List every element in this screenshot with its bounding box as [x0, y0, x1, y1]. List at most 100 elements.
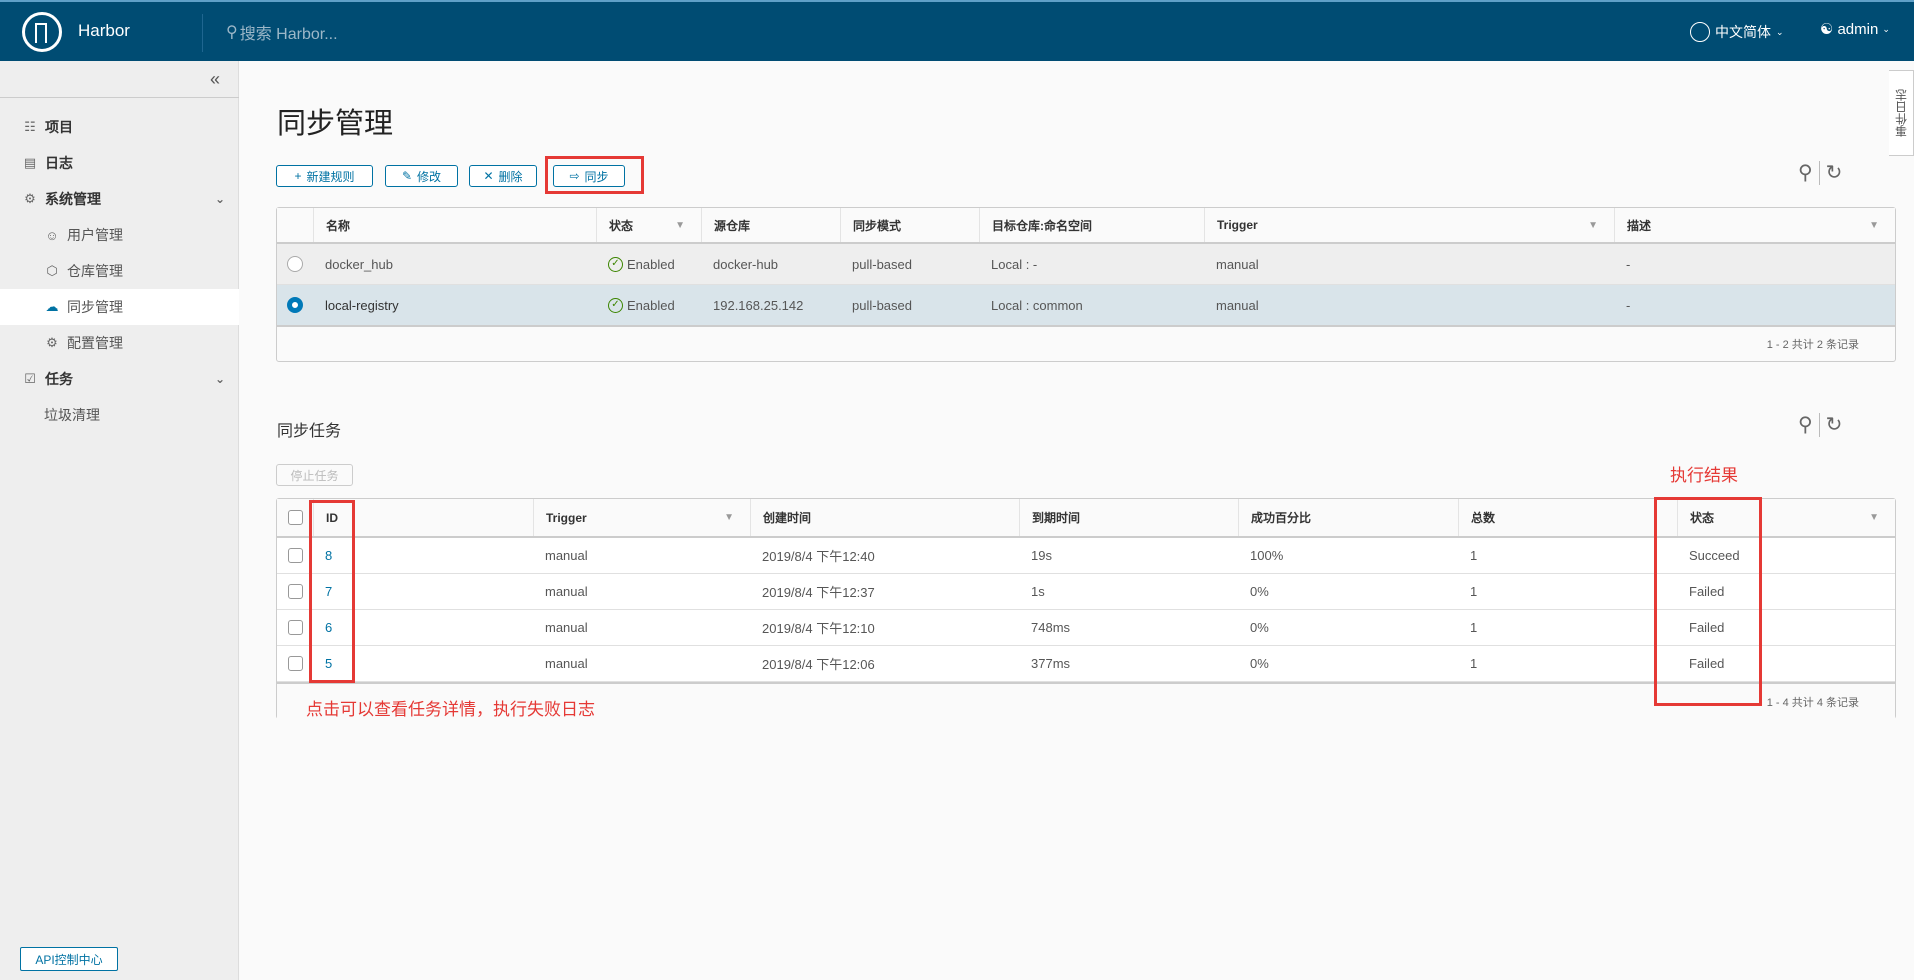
column-success[interactable]: 成功百分比: [1238, 499, 1458, 536]
top-header: Harbor ⚲ 搜索 Harbor... 中文简体 ⌄ ☯ admin ⌄: [0, 0, 1914, 61]
sidebar-item-label: 项目: [45, 119, 73, 135]
sidebar-item-config[interactable]: ⚙ 配置管理: [0, 325, 239, 361]
job-total: 1: [1470, 656, 1478, 671]
job-created-cell: 2019/8/4 下午12:37: [750, 574, 1019, 609]
new-rule-button[interactable]: + 新建规则: [276, 165, 373, 187]
rule-destination: Local : common: [991, 297, 1083, 313]
sidebar-item-gc[interactable]: 垃圾清理: [0, 397, 239, 433]
result-annotation: 执行结果: [1670, 466, 1738, 485]
column-description[interactable]: 描述 ▼: [1614, 208, 1895, 242]
global-search[interactable]: ⚲ 搜索 Harbor...: [226, 20, 338, 44]
job-duration-cell: 748ms: [1019, 610, 1238, 645]
brand-name[interactable]: Harbor: [78, 21, 130, 41]
select-column: [277, 208, 313, 242]
job-created: 2019/8/4 下午12:10: [762, 621, 875, 636]
refresh-icon[interactable]: ↻: [1826, 412, 1843, 437]
search-icon[interactable]: ⚲: [1798, 412, 1813, 437]
language-selector[interactable]: 中文简体 ⌄: [1690, 22, 1784, 42]
pagination-info: 1 - 2 共计 2 条记录: [1766, 339, 1859, 351]
job-trigger-cell: manual: [533, 574, 750, 609]
job-duration-cell: 19s: [1019, 538, 1238, 573]
select-cell: [277, 285, 313, 325]
select-all-checkbox[interactable]: [288, 510, 303, 525]
sidebar-item-label: 配置管理: [67, 335, 123, 351]
column-label: Trigger: [546, 510, 587, 525]
job-created-cell: 2019/8/4 下午12:06: [750, 646, 1019, 681]
gear-icon: ⚙: [46, 335, 58, 350]
job-total-cell: 1: [1458, 574, 1677, 609]
job-success-cell: 0%: [1238, 610, 1458, 645]
row-checkbox[interactable]: [288, 548, 303, 563]
sidebar-item-admin[interactable]: ⚙ 系统管理 ⌄: [0, 181, 239, 217]
table-header: ID Trigger ▼ 创建时间 到期时间 成功百分比 总数 状态 ▼: [277, 499, 1895, 538]
column-mode[interactable]: 同步模式: [840, 208, 979, 242]
registry-icon: ⬡: [46, 263, 58, 278]
filter-icon[interactable]: ▼: [1869, 220, 1879, 231]
header-divider: [202, 14, 203, 52]
rule-description: -: [1626, 256, 1631, 272]
job-total: 1: [1470, 584, 1478, 599]
search-input[interactable]: 搜索 Harbor...: [240, 20, 338, 44]
event-log-tab[interactable]: 事件日志: [1889, 70, 1914, 156]
column-trigger[interactable]: Trigger ▼: [533, 499, 750, 536]
column-name[interactable]: 名称: [313, 208, 596, 242]
refresh-icon[interactable]: ↻: [1826, 160, 1843, 185]
pagination-info: 1 - 4 共计 4 条记录: [1766, 697, 1859, 709]
rule-trigger: manual: [1216, 297, 1259, 313]
filter-icon[interactable]: ▼: [1869, 512, 1879, 523]
filter-icon[interactable]: ▼: [724, 512, 734, 523]
api-explorer-button[interactable]: API控制中心: [20, 947, 118, 971]
harbor-logo-icon[interactable]: [22, 12, 62, 52]
rule-mode: pull-based: [852, 297, 912, 313]
rule-status: ✓ Enabled: [596, 244, 701, 284]
column-duration[interactable]: 到期时间: [1019, 499, 1238, 536]
job-trigger: manual: [545, 656, 588, 671]
rule-name: local-registry: [325, 297, 399, 313]
close-icon: ✕: [483, 169, 494, 183]
filter-icon[interactable]: ▼: [675, 220, 685, 231]
sidebar-item-logs[interactable]: ▤ 日志: [0, 145, 239, 181]
chevron-down-icon: ⌄: [1882, 23, 1890, 34]
stop-job-button[interactable]: 停止任务: [276, 464, 353, 486]
row-radio[interactable]: [287, 256, 303, 272]
sidebar-item-users[interactable]: ☺ 用户管理: [0, 217, 239, 253]
column-created[interactable]: 创建时间: [750, 499, 1019, 536]
edit-button[interactable]: ✎ 修改: [385, 165, 458, 187]
column-destination[interactable]: 目标仓库:命名空间: [979, 208, 1204, 242]
column-trigger[interactable]: Trigger ▼: [1204, 208, 1614, 242]
sidebar-item-replication[interactable]: ☁ 同步管理: [0, 289, 239, 325]
row-checkbox[interactable]: [288, 656, 303, 671]
user-menu[interactable]: ☯ admin ⌄: [1820, 20, 1890, 39]
sidebar: « ☷ 项目 ▤ 日志 ⚙ 系统管理 ⌄ ☺ 用户管理 ⬡ 仓库管理 ☁ 同步管理 ⚙ 配置管理…: [0, 61, 239, 980]
sidebar-item-tasks[interactable]: ☑ 任务 ⌄: [0, 361, 239, 397]
job-duration: 377ms: [1031, 656, 1071, 671]
delete-button[interactable]: ✕ 删除: [469, 165, 537, 187]
sidebar-item-registries[interactable]: ⬡ 仓库管理: [0, 253, 239, 289]
table-row[interactable]: local-registry ✓ Enabled 192.168.25.142 p…: [277, 285, 1895, 327]
sidebar-item-label: 日志: [45, 155, 73, 171]
column-source[interactable]: 源仓库: [701, 208, 840, 242]
admin-icon: ⚙: [24, 191, 36, 206]
button-label: 删除: [498, 169, 523, 184]
table-row[interactable]: 6 manual 2019/8/4 下午12:10 748ms 0% 1 Failed: [277, 610, 1895, 646]
job-duration-cell: 1s: [1019, 574, 1238, 609]
column-status[interactable]: 状态 ▼: [596, 208, 701, 242]
search-icon[interactable]: ⚲: [1798, 160, 1813, 185]
users-icon: ☺: [45, 227, 59, 243]
rule-source: docker-hub: [713, 256, 779, 272]
sidebar-item-projects[interactable]: ☷ 项目: [0, 109, 239, 145]
row-checkbox[interactable]: [288, 620, 303, 635]
table-row[interactable]: 5 manual 2019/8/4 下午12:06 377ms 0% 1 Failed: [277, 646, 1895, 682]
row-checkbox[interactable]: [288, 584, 303, 599]
filter-icon[interactable]: ▼: [1588, 220, 1598, 231]
log-icon: ▤: [23, 155, 37, 170]
page-title: 同步管理: [277, 108, 394, 140]
table-row[interactable]: 7 manual 2019/8/4 下午12:37 1s 0% 1 Failed: [277, 574, 1895, 610]
column-total[interactable]: 总数: [1458, 499, 1677, 536]
job-success: 0%: [1250, 584, 1269, 599]
table-row[interactable]: docker_hub ✓ Enabled docker-hub pull-base…: [277, 244, 1895, 285]
table-row[interactable]: 8 manual 2019/8/4 下午12:40 19s 100% 1 Succeed: [277, 538, 1895, 574]
collapse-sidebar-icon[interactable]: «: [210, 69, 220, 90]
row-radio[interactable]: [287, 297, 303, 313]
annotation-highlight: [545, 156, 644, 194]
